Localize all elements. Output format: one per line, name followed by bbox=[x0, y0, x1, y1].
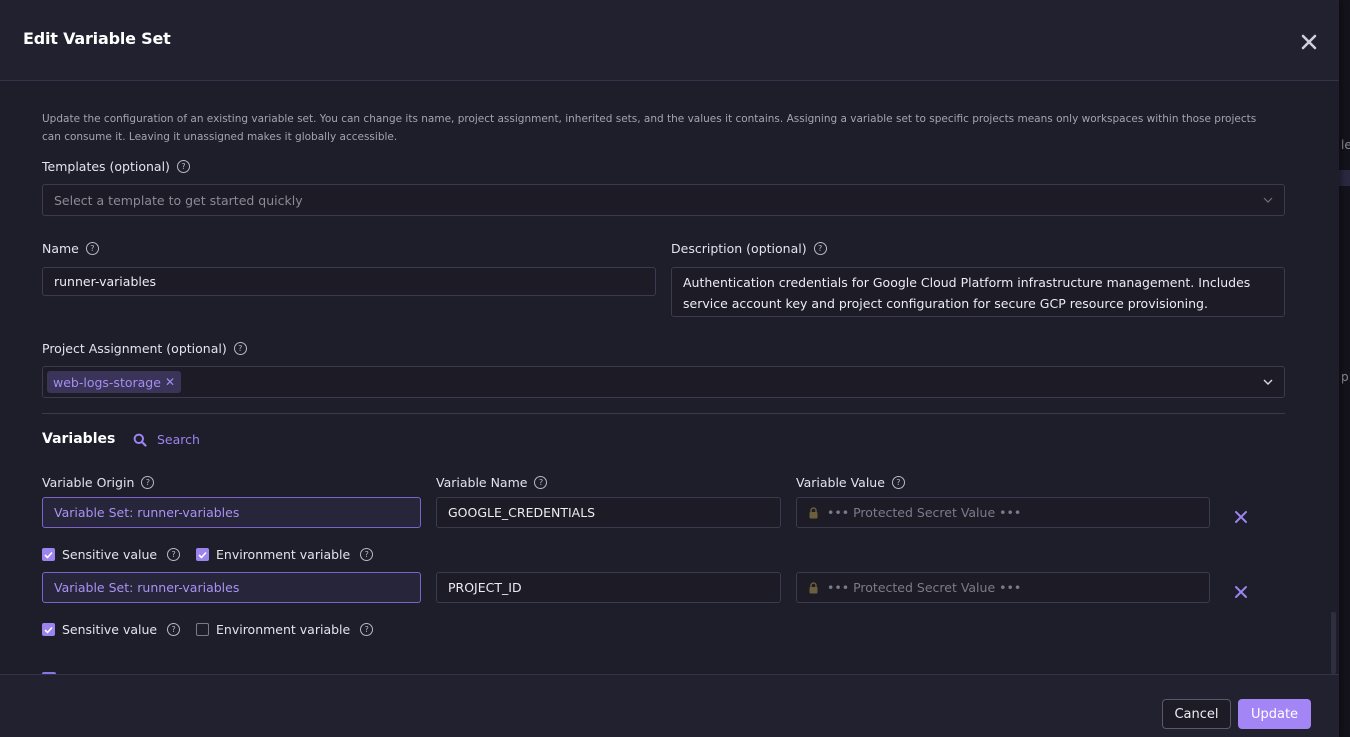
templates-label: Templates (optional) ? bbox=[42, 159, 190, 174]
templates-select[interactable]: Select a template to get started quickly bbox=[42, 184, 1285, 216]
environment-variable-checkbox-row: Environment variable ? bbox=[196, 622, 374, 637]
variable-value-input[interactable]: ••• Protected Secret Value ••• bbox=[796, 572, 1210, 603]
help-circle-icon[interactable]: ? bbox=[141, 476, 155, 489]
environment-variable-checkbox[interactable] bbox=[196, 548, 209, 561]
cancel-button[interactable]: Cancel bbox=[1162, 699, 1231, 729]
update-button[interactable]: Update bbox=[1238, 699, 1311, 729]
variable-value-header: Variable Value ? bbox=[796, 475, 905, 490]
sensitive-value-checkbox[interactable] bbox=[42, 623, 55, 636]
help-circle-icon[interactable]: ? bbox=[360, 548, 374, 561]
modal-footer bbox=[0, 674, 1339, 737]
remove-variable-button[interactable] bbox=[1233, 584, 1249, 600]
check-icon bbox=[198, 551, 207, 559]
help-circle-icon[interactable]: ? bbox=[534, 476, 548, 489]
help-circle-icon[interactable]: ? bbox=[360, 623, 374, 636]
description-textarea[interactable]: Authentication credentials for Google Cl… bbox=[671, 267, 1285, 317]
sensitive-value-checkbox-row: Sensitive value ? bbox=[42, 547, 181, 562]
chevron-down-icon bbox=[1263, 197, 1273, 203]
project-assignment-select[interactable]: web-logs-storage ✕ bbox=[42, 366, 1285, 398]
remove-variable-button[interactable] bbox=[1233, 509, 1249, 525]
sensitive-value-checkbox[interactable] bbox=[42, 548, 55, 561]
section-divider bbox=[42, 413, 1285, 414]
close-icon bbox=[1301, 34, 1317, 50]
modal-header: Edit Variable Set bbox=[0, 0, 1339, 81]
help-circle-icon[interactable]: ? bbox=[167, 548, 181, 561]
variable-name-input[interactable]: GOOGLE_CREDENTIALS bbox=[436, 497, 781, 528]
variable-origin-field[interactable]: Variable Set: runner-variables bbox=[42, 497, 421, 528]
edit-variable-set-modal: Edit Variable Set Update the configurati… bbox=[0, 0, 1339, 737]
modal-description: Update the configuration of an existing … bbox=[42, 113, 1257, 143]
variables-search-button[interactable]: Search bbox=[133, 432, 200, 447]
chevron-down-icon[interactable] bbox=[1262, 377, 1274, 387]
variable-origin-field[interactable]: Variable Set: runner-variables bbox=[42, 572, 421, 603]
environment-variable-checkbox[interactable] bbox=[196, 623, 209, 636]
help-circle-icon[interactable]: ? bbox=[891, 476, 905, 489]
help-circle-icon[interactable]: ? bbox=[176, 160, 190, 173]
help-circle-icon[interactable]: ? bbox=[167, 623, 181, 636]
lock-icon bbox=[809, 506, 818, 518]
sensitive-value-checkbox-row: Sensitive value ? bbox=[42, 622, 181, 637]
background-text: p bbox=[1341, 370, 1349, 384]
background-bar bbox=[1339, 170, 1350, 186]
help-circle-icon[interactable]: ? bbox=[85, 242, 99, 255]
project-tag: web-logs-storage ✕ bbox=[47, 371, 181, 393]
check-icon bbox=[44, 626, 53, 634]
background-app: les p bbox=[1339, 0, 1350, 737]
variable-name-header: Variable Name ? bbox=[436, 475, 548, 490]
environment-variable-checkbox-row: Environment variable ? bbox=[196, 547, 374, 562]
search-icon bbox=[133, 433, 147, 447]
variables-title: Variables bbox=[42, 431, 116, 447]
name-input[interactable]: runner-variables bbox=[42, 267, 656, 296]
variable-name-input[interactable]: PROJECT_ID bbox=[436, 572, 781, 603]
variable-origin-header: Variable Origin ? bbox=[42, 475, 155, 490]
close-button[interactable] bbox=[1297, 30, 1321, 54]
background-text: les bbox=[1341, 138, 1350, 152]
lock-icon bbox=[809, 581, 818, 593]
help-circle-icon[interactable]: ? bbox=[233, 342, 247, 355]
check-icon bbox=[44, 551, 53, 559]
name-label: Name ? bbox=[42, 241, 99, 256]
help-circle-icon[interactable]: ? bbox=[813, 242, 827, 255]
scrollbar[interactable] bbox=[1331, 612, 1336, 674]
variable-value-input[interactable]: ••• Protected Secret Value ••• bbox=[796, 497, 1210, 528]
tag-remove-icon[interactable]: ✕ bbox=[165, 375, 175, 389]
project-assignment-label: Project Assignment (optional) ? bbox=[42, 341, 247, 356]
description-label: Description (optional) ? bbox=[671, 241, 827, 256]
modal-title: Edit Variable Set bbox=[23, 29, 171, 48]
